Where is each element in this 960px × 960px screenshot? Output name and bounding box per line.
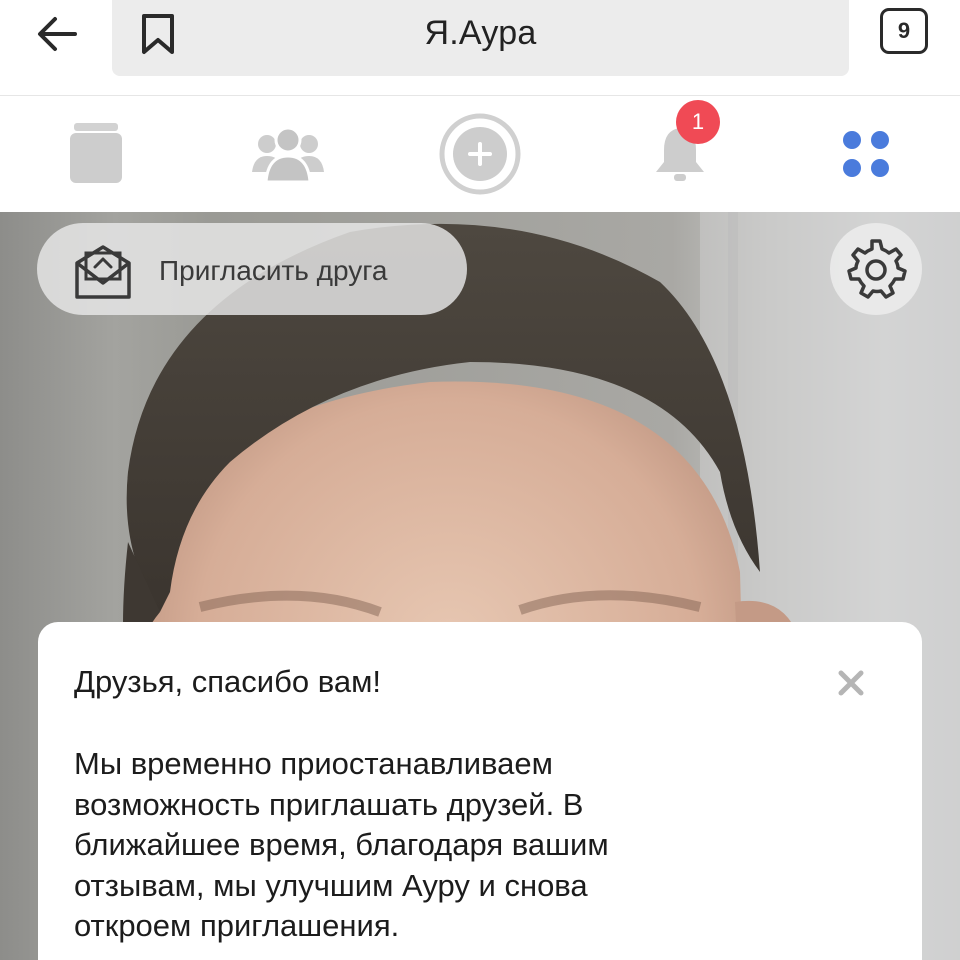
envelope-invite-icon	[75, 245, 131, 299]
card-title: Друзья, спасибо вам!	[74, 664, 382, 699]
invite-friend-button[interactable]: Пригласить друга	[37, 223, 467, 315]
tabs-counter-button[interactable]: 9	[880, 8, 928, 54]
arrow-left-icon	[38, 17, 77, 51]
people-icon	[252, 126, 324, 184]
card-message: Мы временно приостанавливаем возможность…	[74, 744, 794, 947]
nav-feed[interactable]	[56, 96, 136, 212]
card-message-line: откроем приглашения.	[74, 908, 400, 943]
settings-button[interactable]	[830, 223, 922, 315]
apps-grid-icon	[843, 131, 889, 177]
card-message-line: отзывам, мы улучшим Ауру и снова	[74, 867, 588, 903]
page-title: Я.Аура	[424, 14, 537, 52]
nav-people[interactable]	[246, 96, 330, 212]
feed-icon	[70, 123, 122, 183]
nav-apps[interactable]	[826, 96, 906, 212]
browser-top-bar: Я.Аура 9	[0, 0, 960, 96]
add-icon	[439, 113, 521, 195]
card-message-line: возможность приглашать друзей. В	[74, 786, 584, 822]
back-button[interactable]	[30, 10, 84, 58]
address-bar[interactable]: Я.Аура	[112, 0, 849, 76]
invite-friend-label: Пригласить друга	[159, 255, 388, 286]
card-message-line: Мы временно приостанавливаем	[74, 746, 553, 781]
card-close-button[interactable]	[832, 664, 870, 702]
app-nav-bar	[0, 96, 960, 212]
gear-icon	[847, 239, 907, 299]
notification-badge: 1	[676, 100, 720, 144]
card-message-line: ближайшее время, благодаря вашим	[74, 827, 609, 862]
close-icon	[838, 670, 864, 696]
nav-add-post[interactable]	[434, 96, 526, 212]
